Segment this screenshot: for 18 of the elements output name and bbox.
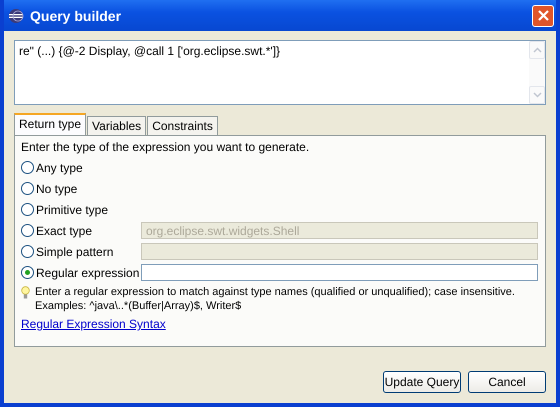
hint-text: Enter a regular expression to match against type names (qualified or unqualified); case insensitive.: [35, 285, 515, 299]
instruction-text: Enter the type of the expression you want to generate.: [21, 140, 310, 154]
window-title: Query builder: [30, 8, 122, 24]
hint-text: Examples: ^java\..*(Buffer|Array)$, Writer$: [35, 299, 242, 313]
radio-button[interactable]: Simple pattern: [21, 244, 141, 258]
radio-button[interactable]: No type: [21, 182, 141, 196]
radio-button[interactable]: Primitive type: [21, 202, 141, 216]
dialog-button[interactable]: Cancel: [468, 371, 546, 393]
dialog-button[interactable]: Update Query: [383, 371, 461, 393]
query-text: re" (...) {@-2 Display, @call 1 ['org.eclipse.swt.*']}: [18, 43, 282, 60]
tab[interactable]: Constraints: [147, 116, 218, 135]
query-text-area[interactable]: re" (...) {@-2 Display, @call 1 ['org.eclipse.swt.*']}: [14, 40, 546, 105]
tab[interactable]: Variables: [87, 116, 146, 135]
radio-button[interactable]: Regular expression: [21, 266, 141, 280]
radio-button[interactable]: Exact type: [21, 224, 141, 238]
tab[interactable]: Return type: [14, 113, 86, 135]
radio-button[interactable]: Any type: [21, 160, 141, 174]
syntax-link[interactable]: Regular Expression Syntax: [21, 317, 166, 331]
